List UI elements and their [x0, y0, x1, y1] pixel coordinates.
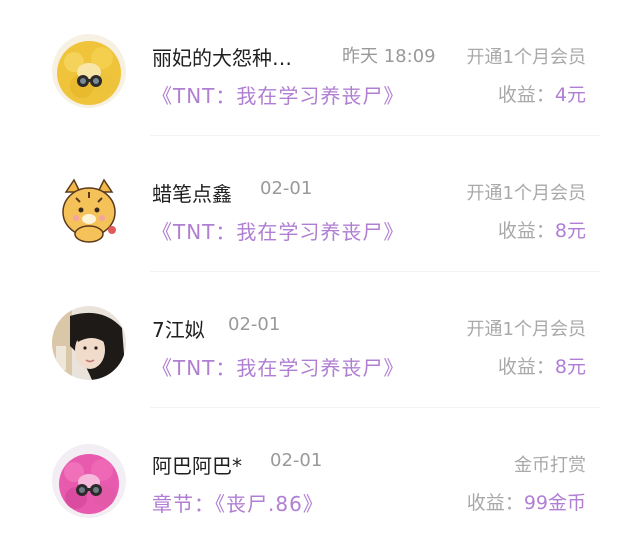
list-item[interactable]: 阿巴阿巴* 02-01 金币打赏 章节：《丧尸.86》 收益：99金币	[0, 408, 640, 544]
income-value: 8元	[554, 356, 586, 378]
user-name[interactable]: 7江姒	[152, 314, 205, 343]
yellow-fluffy-chick-avatar-icon[interactable]	[52, 34, 126, 108]
income-value: 99金币	[523, 492, 586, 514]
record-type: 开通1个月会员	[466, 47, 586, 68]
book-title-link[interactable]: 《TNT：我在学习养丧尸》	[152, 352, 404, 381]
portrait-photo-avatar-icon[interactable]	[52, 306, 126, 380]
record-type: 开通1个月会员	[466, 319, 586, 340]
income-amount: 收益：8元	[498, 352, 586, 379]
income-amount: 收益：8元	[498, 216, 586, 243]
income-amount: 收益：4元	[498, 80, 586, 107]
income-value: 4元	[554, 84, 586, 106]
book-title-link[interactable]: 《TNT：我在学习养丧尸》	[152, 216, 404, 245]
record-type: 开通1个月会员	[466, 183, 586, 204]
list-item[interactable]: 7江姒 02-01 开通1个月会员 《TNT：我在学习养丧尸》 收益：8元	[0, 272, 640, 408]
income-label: 收益：	[497, 220, 555, 242]
pink-fluffy-chick-avatar-icon[interactable]	[52, 444, 126, 518]
record-time: 02-01	[270, 450, 323, 471]
record-time: 02-01	[228, 314, 281, 335]
record-time: 02-01	[260, 178, 313, 199]
record-type: 金币打赏	[514, 455, 586, 476]
record-time: 昨天 18:09	[342, 46, 436, 67]
list-item[interactable]: 蜡笔点鑫 02-01 开通1个月会员 《TNT：我在学习养丧尸》 收益：8元	[0, 136, 640, 272]
income-label: 收益：	[497, 84, 555, 106]
book-title-link[interactable]: 《TNT：我在学习养丧尸》	[152, 80, 404, 109]
income-value: 8元	[554, 220, 586, 242]
income-label: 收益：	[497, 356, 555, 378]
income-record-list: 丽妃的大怨种… 昨天 18:09 开通1个月会员 《TNT：我在学习养丧尸》 收…	[0, 0, 640, 541]
chapter-title-link[interactable]: 章节：《丧尸.86》	[152, 488, 324, 517]
user-name[interactable]: 阿巴阿巴*	[152, 450, 242, 479]
user-name[interactable]: 丽妃的大怨种…	[152, 42, 292, 71]
income-label: 收益：	[466, 492, 524, 514]
user-name[interactable]: 蜡笔点鑫	[152, 178, 232, 207]
list-item[interactable]: 丽妃的大怨种… 昨天 18:09 开通1个月会员 《TNT：我在学习养丧尸》 收…	[0, 0, 640, 136]
income-amount: 收益：99金币	[467, 488, 586, 515]
cartoon-tiger-avatar-icon[interactable]	[52, 172, 126, 246]
